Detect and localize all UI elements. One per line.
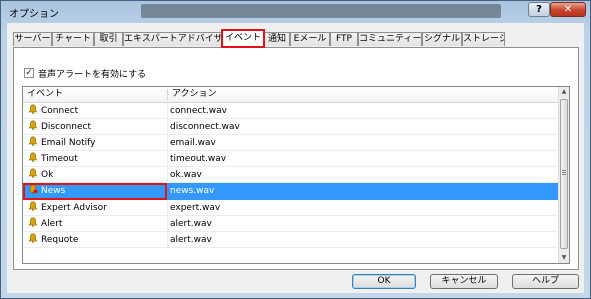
bell-icon xyxy=(28,217,38,227)
list-row-requote[interactable]: Requote alert.wav xyxy=(23,231,560,248)
list-rows: Connect connect.wav Disconnect disconnec… xyxy=(23,103,560,248)
event-name: Ok xyxy=(41,170,54,181)
list-row-email-notify[interactable]: Email Notify email.wav xyxy=(23,135,560,152)
bell-icon xyxy=(28,168,38,179)
bell-icon xyxy=(28,233,38,243)
event-name: Alert xyxy=(41,218,63,229)
bell-icon xyxy=(28,136,38,147)
help-title-button[interactable]: ? xyxy=(528,2,550,17)
list-header: イベント アクション xyxy=(23,87,560,103)
events-panel: ✓ 音声アラートを有効にする イベント アクション Connect connec… xyxy=(13,47,579,270)
event-name: Connect xyxy=(41,106,79,116)
column-header-event[interactable]: イベント xyxy=(23,87,167,102)
vertical-scrollbar[interactable]: ▲ ▼ xyxy=(558,87,569,263)
action-file: alert.wav xyxy=(170,218,212,229)
tab-email[interactable]: Eメール xyxy=(290,32,330,46)
tab-trade[interactable]: 取引 xyxy=(94,32,123,46)
list-row-news[interactable]: News news.wav xyxy=(23,183,560,201)
bell-icon xyxy=(28,120,38,130)
ok-button[interactable]: OK xyxy=(352,274,416,289)
action-file: news.wav xyxy=(170,186,215,197)
tab-server[interactable]: サーバー xyxy=(13,32,52,46)
list-row-disconnect[interactable]: Disconnect disconnect.wav xyxy=(23,119,560,136)
news-highlight-box xyxy=(23,183,167,201)
action-file: expert.wav xyxy=(170,202,221,213)
close-button[interactable]: ✕ xyxy=(550,2,586,17)
action-file: alert.wav xyxy=(170,234,212,245)
event-name: Expert Advisor xyxy=(41,202,107,213)
list-row-timeout[interactable]: Timeout timeout.wav xyxy=(23,151,560,168)
bell-icon xyxy=(28,152,38,163)
action-file: ok.wav xyxy=(170,170,202,181)
tab-chart[interactable]: チャート xyxy=(52,32,94,46)
column-header-action[interactable]: アクション xyxy=(168,87,468,102)
scroll-up-icon[interactable]: ▲ xyxy=(559,87,569,97)
cancel-button[interactable]: キャンセル xyxy=(430,274,498,289)
dialog-client-area: サーバー チャート 取引 エキスパートアドバイザ イベント 通知 Eメール FT… xyxy=(7,23,584,293)
list-row-connect[interactable]: Connect connect.wav xyxy=(23,103,560,120)
scrollbar-thumb[interactable] xyxy=(560,99,568,249)
list-row-ok[interactable]: Ok ok.wav xyxy=(23,167,560,184)
background-window-strip xyxy=(141,4,501,18)
tab-community[interactable]: コミュニティー xyxy=(358,32,422,46)
enable-sounds-label: 音声アラートを有効にする xyxy=(38,69,147,80)
action-file: connect.wav xyxy=(170,106,227,116)
list-row-alert[interactable]: Alert alert.wav xyxy=(23,215,560,232)
event-name: Email Notify xyxy=(41,138,96,149)
bell-icon xyxy=(28,201,38,211)
list-row-expert-advisor[interactable]: Expert Advisor expert.wav xyxy=(23,199,560,216)
options-dialog: オプション ? ✕ サーバー チャート 取引 エキスパートアドバイザ イベント … xyxy=(0,0,591,299)
help-button[interactable]: ヘルプ xyxy=(512,274,579,289)
tab-ftp[interactable]: FTP xyxy=(330,32,358,46)
event-name: Requote xyxy=(41,234,79,245)
action-file: email.wav xyxy=(170,138,216,149)
scroll-down-icon[interactable]: ▼ xyxy=(559,253,569,263)
action-file: disconnect.wav xyxy=(170,122,240,133)
dialog-title: オプション xyxy=(9,9,59,20)
action-file: timeout.wav xyxy=(170,154,227,165)
event-name: Timeout xyxy=(41,154,78,165)
grip-icon xyxy=(562,170,566,176)
title-bar[interactable]: オプション ? ✕ xyxy=(1,1,590,23)
tab-expert-advisor[interactable]: エキスパートアドバイザ xyxy=(123,32,222,46)
bell-icon xyxy=(28,104,38,114)
enable-sounds-row[interactable]: ✓ 音声アラートを有効にする xyxy=(24,66,146,80)
enable-sounds-checkbox[interactable]: ✓ xyxy=(24,68,34,78)
tab-notifications[interactable]: 通知 xyxy=(264,32,290,46)
events-list: イベント アクション Connect connect.wav Disconnec… xyxy=(22,86,570,264)
tab-signals[interactable]: シグナル xyxy=(422,32,462,46)
tab-storage[interactable]: ストレージ xyxy=(462,32,505,46)
tab-events[interactable]: イベント xyxy=(221,29,265,48)
event-name: Disconnect xyxy=(41,122,91,133)
